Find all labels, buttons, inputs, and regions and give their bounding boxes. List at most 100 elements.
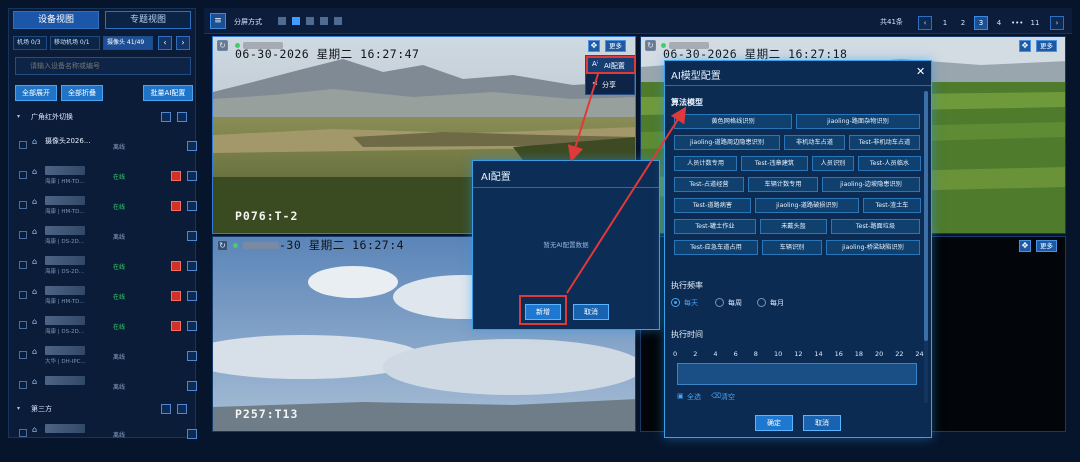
confirm-button[interactable]: 确定 [755, 415, 793, 431]
device-row[interactable]: ⌂ 海康 | HM-TD... 在线 [19, 283, 197, 309]
algo-tag[interactable]: jiaoling-边坡隐患识别 [822, 177, 920, 192]
split-custom-icon[interactable] [334, 17, 342, 25]
device-action-icon[interactable] [187, 231, 197, 241]
batch-ai-config-button[interactable]: 批量AI配置 [143, 85, 193, 101]
algo-tag[interactable]: 未戴头盔 [760, 219, 827, 234]
page-3[interactable]: 3 [974, 16, 988, 30]
algo-tag[interactable]: Test-道路病害 [674, 198, 751, 213]
device-action-icon[interactable] [187, 141, 197, 151]
split-16-icon[interactable] [320, 17, 328, 25]
algo-tag[interactable]: 车辆计数专用 [748, 177, 818, 192]
device-checkbox[interactable] [19, 381, 27, 389]
collapse-all-button[interactable]: 全部折叠 [61, 85, 103, 101]
split-9-icon[interactable] [306, 17, 314, 25]
device-action-icon[interactable] [187, 381, 197, 391]
radio-weekly[interactable] [715, 298, 724, 307]
more-button[interactable]: 更多 [1036, 40, 1057, 52]
group-collapse-icon[interactable] [177, 404, 187, 414]
scrollbar-thumb[interactable] [924, 91, 928, 341]
device-row[interactable]: ⌂ 海康 | HM-TD... 在线 [19, 163, 197, 189]
device-row[interactable]: ⌂ 离线 [19, 421, 197, 447]
algo-tag[interactable]: Test-路面垃圾 [831, 219, 920, 234]
group-title-wide-ir[interactable]: 广角红外切换 [31, 112, 73, 122]
ptz-control-icon[interactable]: ✥ [1019, 40, 1031, 52]
stats-next-button[interactable]: › [176, 36, 190, 50]
group-caret-icon[interactable]: ▾ [17, 405, 20, 412]
device-action-icon[interactable] [187, 171, 197, 181]
algo-tag[interactable]: Test-罐土作业 [674, 219, 756, 234]
device-row[interactable]: ⌂ 海康 | DS-2D... 在线 [19, 253, 197, 279]
select-all-button[interactable]: 全选 [687, 392, 701, 402]
split-1-icon[interactable] [278, 17, 286, 25]
tab-device-view[interactable]: 设备视图 [13, 11, 99, 29]
group-collapse-icon[interactable] [177, 112, 187, 122]
more-button[interactable]: 更多 [1036, 240, 1057, 252]
record-icon[interactable] [171, 171, 181, 181]
radio-daily[interactable] [671, 298, 680, 307]
device-action-icon[interactable] [187, 429, 197, 439]
device-checkbox[interactable] [19, 429, 27, 437]
page-11[interactable]: 11 [1028, 16, 1042, 30]
device-row[interactable]: ⌂ 大华 | DH-IPC... 离线 [19, 343, 197, 369]
refresh-icon[interactable]: ↻ [217, 40, 228, 51]
ptz-control-icon[interactable]: ✥ [1019, 240, 1031, 252]
page-2[interactable]: 2 [956, 16, 970, 30]
ptz-control-icon[interactable]: ✥ [588, 40, 600, 52]
page-ellipsis[interactable]: ••• [1010, 16, 1024, 30]
stats-prev-button[interactable]: ‹ [158, 36, 172, 50]
algo-tag[interactable]: 人员识别 [812, 156, 854, 171]
device-checkbox[interactable] [19, 141, 27, 149]
record-icon[interactable] [171, 291, 181, 301]
stat-camera[interactable]: 摄像头 41/49 [103, 36, 153, 50]
record-icon[interactable] [171, 261, 181, 271]
device-checkbox[interactable] [19, 351, 27, 359]
algo-tag[interactable]: jiaoling-桥梁缺陷识别 [826, 240, 920, 255]
refresh-icon[interactable]: ↻ [645, 40, 656, 51]
device-action-icon[interactable] [187, 351, 197, 361]
device-row[interactable]: ⌂ 海康 | DS-2D... 在线 [19, 313, 197, 339]
group-config-icon[interactable] [161, 404, 171, 414]
device-checkbox[interactable] [19, 261, 27, 269]
device-action-icon[interactable] [187, 321, 197, 331]
next-page-button[interactable]: › [1050, 16, 1064, 30]
menu-item-share[interactable]: ⋖ 分享 [586, 76, 636, 94]
algo-tag[interactable]: jiaoling-道路破损识别 [755, 198, 859, 213]
record-icon[interactable] [171, 321, 181, 331]
page-1[interactable]: 1 [938, 16, 952, 30]
device-checkbox[interactable] [19, 201, 27, 209]
add-button[interactable]: 新增 [525, 304, 561, 320]
device-row[interactable]: ⌂ 海康 | HM-TD... 在线 [19, 193, 197, 219]
expand-all-button[interactable]: 全部展开 [15, 85, 57, 101]
group-config-icon[interactable] [161, 112, 171, 122]
device-checkbox[interactable] [19, 291, 27, 299]
clear-button[interactable]: 清空 [721, 392, 735, 402]
select-all-icon[interactable]: ▣ [677, 392, 684, 400]
device-checkbox[interactable] [19, 321, 27, 329]
device-action-icon[interactable] [187, 291, 197, 301]
cancel-button[interactable]: 取消 [803, 415, 841, 431]
algo-tag[interactable]: 黄色网格线识别 [674, 114, 792, 129]
algo-tag[interactable]: Test-非机动车占道 [849, 135, 920, 150]
device-row[interactable]: ⌂ 摄像头2026... 离线 [19, 133, 197, 159]
algo-tag[interactable]: jiaoling-路面杂物识别 [796, 114, 920, 129]
algo-tag[interactable]: 人员计数专用 [674, 156, 737, 171]
group-caret-icon[interactable]: ▾ [17, 113, 20, 120]
device-action-icon[interactable] [187, 201, 197, 211]
clear-icon[interactable]: ⌫ [711, 392, 721, 400]
time-range-bar[interactable] [677, 363, 917, 385]
algo-tag[interactable]: 车辆识别 [762, 240, 822, 255]
radio-monthly[interactable] [757, 298, 766, 307]
menu-toggle-icon[interactable]: ≡ [210, 13, 226, 29]
cancel-button[interactable]: 取消 [573, 304, 609, 320]
record-icon[interactable] [171, 201, 181, 211]
close-icon[interactable]: ✕ [916, 65, 925, 78]
refresh-icon[interactable]: ↻ [217, 240, 228, 251]
device-checkbox[interactable] [19, 171, 27, 179]
stat-mobile-airport[interactable]: 移动机场 0/1 [50, 36, 100, 50]
algo-tag[interactable]: 非机动车占道 [784, 135, 845, 150]
more-button[interactable]: 更多 [605, 40, 626, 52]
page-4[interactable]: 4 [992, 16, 1006, 30]
algo-tag[interactable]: Test-渣土车 [863, 198, 921, 213]
device-row[interactable]: ⌂ 海康 | DS-2D... 离线 [19, 223, 197, 249]
algo-tag[interactable]: Test-人员临水 [858, 156, 921, 171]
